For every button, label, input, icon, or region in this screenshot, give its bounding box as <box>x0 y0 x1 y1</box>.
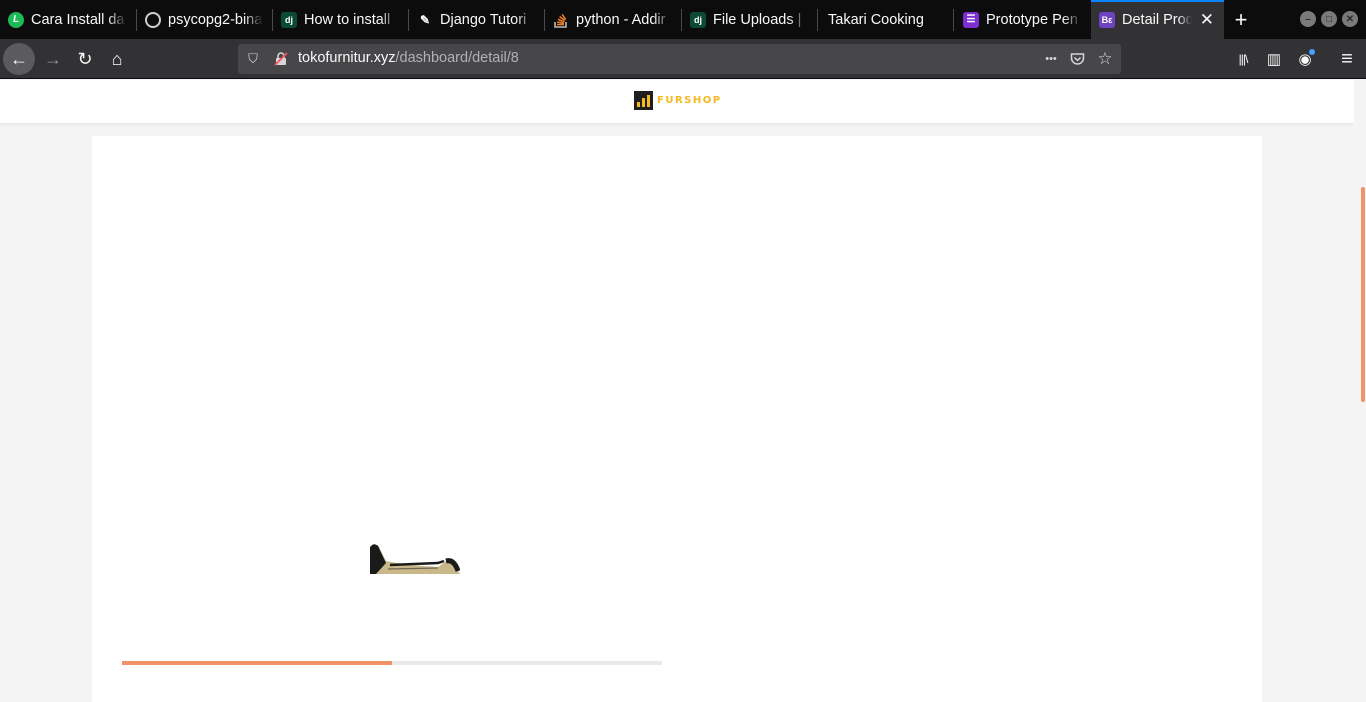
reload-button[interactable]: ↻ <box>69 43 101 75</box>
github-icon <box>145 11 161 28</box>
navigation-toolbar: ← → ↻ ⌂ ⛉ tokofurnitur.xyz/dashboard/det… <box>0 39 1366 79</box>
url-bar[interactable]: ⛉ tokofurnitur.xyz/dashboard/detail/8 ••… <box>238 44 1121 74</box>
progress-fill <box>122 661 392 665</box>
tab-label: python - Addir <box>576 11 666 28</box>
new-tab-button[interactable]: + <box>1224 0 1258 39</box>
bootstrap-studio-icon: Bε <box>1099 11 1115 28</box>
page-viewport: FURSHOP <box>0 80 1354 702</box>
close-icon: ✕ <box>1345 13 1355 25</box>
tab-favicon-icon: L <box>8 11 24 28</box>
minimize-icon: – <box>1305 13 1311 25</box>
product-detail-card <box>92 136 1262 702</box>
tab-how-to-install[interactable]: dj How to install <box>273 0 409 39</box>
tab-label: Django Tutori <box>440 11 527 28</box>
back-arrow-icon: ← <box>10 48 28 69</box>
django-icon: dj <box>281 11 297 28</box>
library-icon: |||\ <box>1238 52 1249 66</box>
image-load-progress-bar <box>122 661 662 665</box>
tab-prototype-pen[interactable]: ☰ Prototype Pen <box>954 0 1091 39</box>
wagtail-icon: ✎ <box>419 12 431 27</box>
forward-arrow-icon: → <box>44 48 62 69</box>
close-tab-icon[interactable]: ✕ <box>1200 11 1214 28</box>
home-icon: ⌂ <box>111 48 123 69</box>
tab-file-uploads[interactable]: dj File Uploads | <box>682 0 818 39</box>
maximize-window-button[interactable]: □ <box>1321 11 1337 27</box>
page-actions-more-icon[interactable]: ••• <box>1041 51 1061 67</box>
close-window-button[interactable]: ✕ <box>1342 11 1358 27</box>
tab-takari-cooking[interactable]: Takari Cooking <box>818 0 954 39</box>
url-domain: tokofurnitur.xyz <box>298 50 396 66</box>
reload-icon: ↻ <box>77 48 93 69</box>
bookmark-star-icon[interactable]: ☆ <box>1097 49 1113 68</box>
hamburger-menu-icon: ≡ <box>1341 47 1353 70</box>
firefox-account-button[interactable]: ◉ <box>1290 44 1320 74</box>
plus-icon: + <box>1234 6 1248 32</box>
app-menu-button[interactable]: ≡ <box>1332 44 1362 74</box>
tab-psycopg2[interactable]: psycopg2-bina <box>137 0 273 39</box>
insecure-connection-icon[interactable] <box>273 51 289 67</box>
tracking-protection-shield-icon[interactable]: ⛉ <box>245 51 261 67</box>
stackoverflow-icon <box>553 12 569 28</box>
tab-strip: L Cara Install da psycopg2-bina dj How t… <box>0 0 1366 39</box>
site-header: FURSHOP <box>0 80 1354 123</box>
django-icon: dj <box>690 11 706 28</box>
tab-label: psycopg2-bina <box>168 11 263 28</box>
list-icon: ☰ <box>963 11 979 28</box>
logo-bars-icon <box>634 91 653 110</box>
sidebar-icon: ▥ <box>1266 51 1282 68</box>
site-logo[interactable]: FURSHOP <box>634 91 722 110</box>
back-button[interactable]: ← <box>3 43 35 75</box>
url-path: /dashboard/detail/8 <box>395 50 519 66</box>
tab-label: File Uploads | <box>713 11 802 28</box>
minimize-window-button[interactable]: – <box>1300 11 1316 27</box>
tab-label: Prototype Pen <box>986 11 1078 28</box>
tab-detail-product[interactable]: Bε Detail Prod ✕ <box>1091 0 1224 39</box>
pocket-icon[interactable] <box>1069 51 1085 67</box>
forward-button[interactable]: → <box>37 43 69 75</box>
product-image <box>368 543 460 574</box>
tab-django-tutorial[interactable]: ✎ Django Tutori <box>409 0 545 39</box>
page-scrollbar-thumb[interactable] <box>1361 187 1365 402</box>
url-text[interactable]: tokofurnitur.xyz/dashboard/detail/8 <box>298 50 519 66</box>
tab-label: Takari Cooking <box>828 11 924 28</box>
tab-label: Cara Install da <box>31 11 125 28</box>
logo-text: FURSHOP <box>657 95 722 106</box>
tab-python-adding[interactable]: python - Addir <box>545 0 682 39</box>
sidebar-button[interactable]: ▥ <box>1259 44 1289 74</box>
library-button[interactable]: |||\ <box>1228 44 1258 74</box>
maximize-icon: □ <box>1325 13 1333 25</box>
tab-label: Detail Prod <box>1122 11 1192 28</box>
tab-cara-install[interactable]: L Cara Install da <box>0 0 137 39</box>
notification-dot-icon <box>1309 49 1315 55</box>
tab-label: How to install <box>304 11 391 28</box>
home-button[interactable]: ⌂ <box>101 43 133 75</box>
